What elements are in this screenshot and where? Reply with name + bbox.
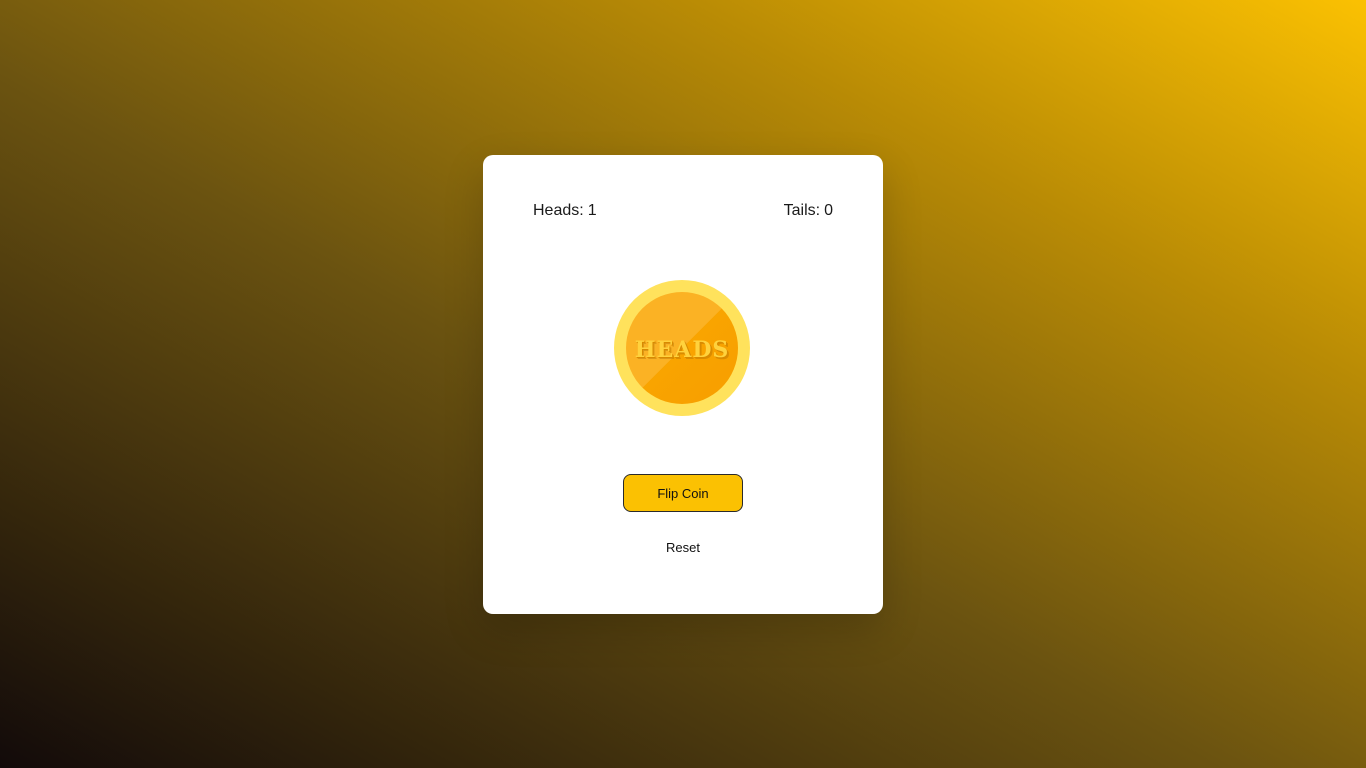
heads-stat: Heads: 1: [533, 202, 597, 220]
heads-count: 1: [587, 202, 597, 219]
tails-count: 0: [824, 202, 833, 219]
heads-label: Heads:: [533, 202, 584, 219]
coin-face-text: HEADS: [634, 337, 730, 363]
reset-button[interactable]: Reset: [633, 536, 733, 558]
tails-stat: Tails: 0: [784, 202, 833, 220]
tails-label: Tails:: [783, 202, 821, 219]
coin-flip-card: Heads: 1 Tails: 0 HEADS Flip Coin Reset: [483, 155, 883, 614]
score-stats: Heads: 1 Tails: 0: [533, 202, 833, 226]
coin-face: HEADS: [626, 292, 738, 404]
flip-coin-button[interactable]: Flip Coin: [623, 474, 743, 512]
coin: HEADS: [614, 280, 750, 416]
